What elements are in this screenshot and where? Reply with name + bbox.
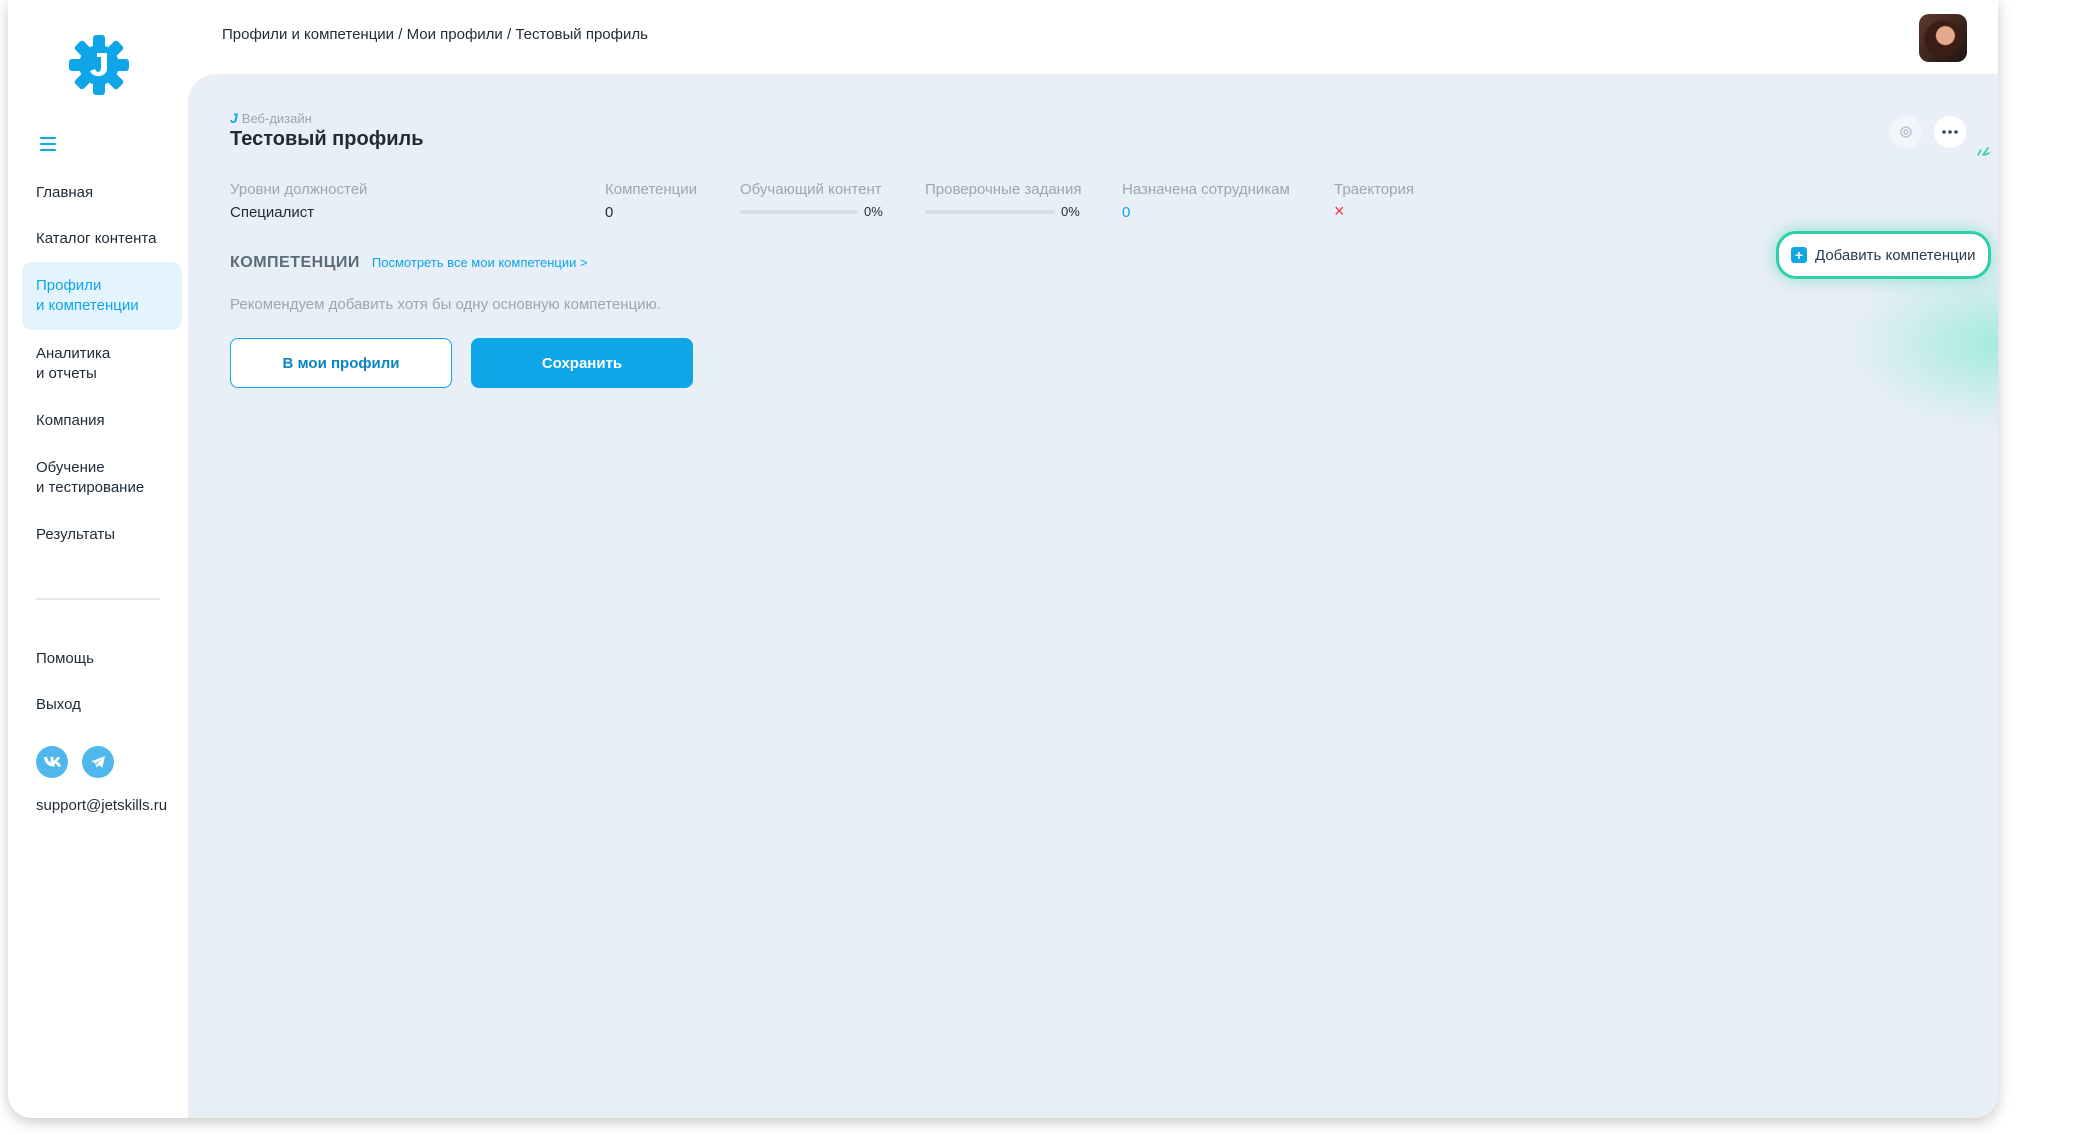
progress-track: [740, 209, 858, 214]
stat-assigned: Назначена сотрудникам 0: [1122, 181, 1290, 221]
sidebar: Главная Каталог контента Профили и компе…: [8, 0, 188, 1118]
stat-value: Специалист: [230, 204, 315, 221]
add-competencies-button[interactable]: + Добавить компетенции: [1776, 231, 1991, 279]
sidebar-item-profiles[interactable]: Профили и компетенции: [22, 262, 182, 330]
sidebar-item-label: Главная: [36, 184, 94, 201]
jetskills-mark-icon: J: [230, 110, 238, 126]
close-icon: ×: [1334, 201, 1345, 221]
more-options-button[interactable]: [1934, 116, 1966, 148]
sidebar-item-results[interactable]: Результаты: [22, 512, 182, 558]
save-button[interactable]: Сохранить: [471, 338, 693, 388]
profile-tag-label: Веб-дизайн: [241, 110, 312, 126]
sidebar-item-company[interactable]: Компания: [22, 398, 182, 444]
profile-tag: J Веб-дизайн: [230, 110, 312, 126]
sidebar-item-label: Компания: [36, 412, 105, 429]
support-email[interactable]: support@jetskills.ru: [36, 797, 167, 814]
progress-track: [925, 209, 1055, 214]
to-my-profiles-button[interactable]: В мои профили: [230, 338, 452, 388]
sidebar-item-analytics[interactable]: Аналитика и отчеты: [22, 330, 182, 398]
stat-competencies: Компетенции 0: [605, 181, 697, 221]
page-title: Тестовый профиль: [230, 128, 424, 150]
highlight-glow: [1838, 254, 1998, 434]
section-title: КОМПЕТЕНЦИИ: [230, 254, 360, 271]
sidebar-item-label: Обучение и тестирование: [36, 459, 145, 496]
breadcrumb-item-current: Тестовый профиль: [515, 26, 648, 43]
main-content: J Веб-дизайн Тестовый профиль Уровни дол…: [188, 74, 1998, 1118]
breadcrumb-item-profiles[interactable]: Профили и компетенции: [222, 26, 394, 43]
sidebar-item-label: Помощь: [36, 650, 94, 667]
add-competencies-label: Добавить компетенции: [1815, 246, 1976, 264]
view-all-competencies-link[interactable]: Посмотреть все мои компетенции >: [372, 255, 588, 270]
sidebar-divider: [36, 598, 160, 600]
menu-toggle-icon[interactable]: [40, 137, 56, 151]
breadcrumb: Профили и компетенции / Мои профили / Те…: [222, 26, 648, 43]
sidebar-item-learning[interactable]: Обучение и тестирование: [22, 444, 182, 512]
app-window: Главная Каталог контента Профили и компе…: [8, 0, 1998, 1118]
breadcrumb-item-my-profiles[interactable]: Мои профили: [407, 26, 503, 43]
gear-icon: [1900, 126, 1912, 138]
vk-icon[interactable]: [36, 746, 68, 778]
tasks-progress: 0%: [925, 204, 1081, 219]
sidebar-item-catalog[interactable]: Каталог контента: [22, 216, 182, 262]
stat-levels: Уровни должностей Специалист: [230, 181, 367, 221]
recommendation-text: Рекомендуем добавить хотя бы одну основн…: [230, 296, 661, 313]
sidebar-item-label: Аналитика и отчеты: [36, 345, 111, 382]
plus-icon: +: [1791, 247, 1807, 263]
logo-icon[interactable]: [68, 34, 130, 96]
profile-actions: [1890, 116, 1966, 148]
stat-value[interactable]: 0: [1122, 204, 1290, 221]
stat-label: Траектория: [1334, 181, 1414, 198]
sidebar-item-label: Результаты: [36, 526, 115, 543]
breadcrumb-separator: /: [394, 26, 407, 43]
settings-button[interactable]: [1890, 116, 1922, 148]
more-dots-icon: [1942, 130, 1958, 134]
sidebar-item-label: Каталог контента: [36, 230, 157, 247]
telegram-icon[interactable]: [82, 746, 114, 778]
stat-value: 0: [605, 204, 614, 221]
stat-label: Компетенции: [605, 181, 698, 198]
breadcrumb-separator: /: [502, 26, 516, 43]
sidebar-bottom-nav: Помощь Выход: [22, 636, 182, 728]
avatar[interactable]: [1919, 14, 1967, 62]
stat-trajectory: Траектория ×: [1334, 181, 1414, 222]
sidebar-item-logout[interactable]: Выход: [22, 682, 182, 728]
stat-label: Назначена сотрудникам: [1122, 181, 1290, 198]
stat-label: Проверочные задания: [925, 181, 1082, 198]
stat-learning-content: Обучающий контент 0%: [740, 181, 883, 219]
sidebar-nav: Главная Каталог контента Профили и компе…: [22, 170, 182, 558]
stat-label: Уровни должностей: [230, 181, 368, 198]
progress-percent: 0%: [864, 204, 883, 219]
learning-progress: 0%: [740, 204, 883, 219]
sidebar-item-help[interactable]: Помощь: [22, 636, 182, 682]
competencies-header: КОМПЕТЕНЦИИ Посмотреть все мои компетенц…: [230, 254, 588, 272]
sidebar-item-label: Профили и компетенции: [36, 277, 139, 314]
stat-tasks: Проверочные задания 0%: [925, 181, 1081, 219]
sidebar-item-home[interactable]: Главная: [22, 170, 182, 216]
social-links: [36, 746, 114, 778]
progress-percent: 0%: [1061, 204, 1080, 219]
sparkle-icon: [1977, 147, 1990, 156]
sidebar-item-label: Выход: [36, 696, 81, 713]
stat-label: Обучающий контент: [740, 181, 882, 198]
